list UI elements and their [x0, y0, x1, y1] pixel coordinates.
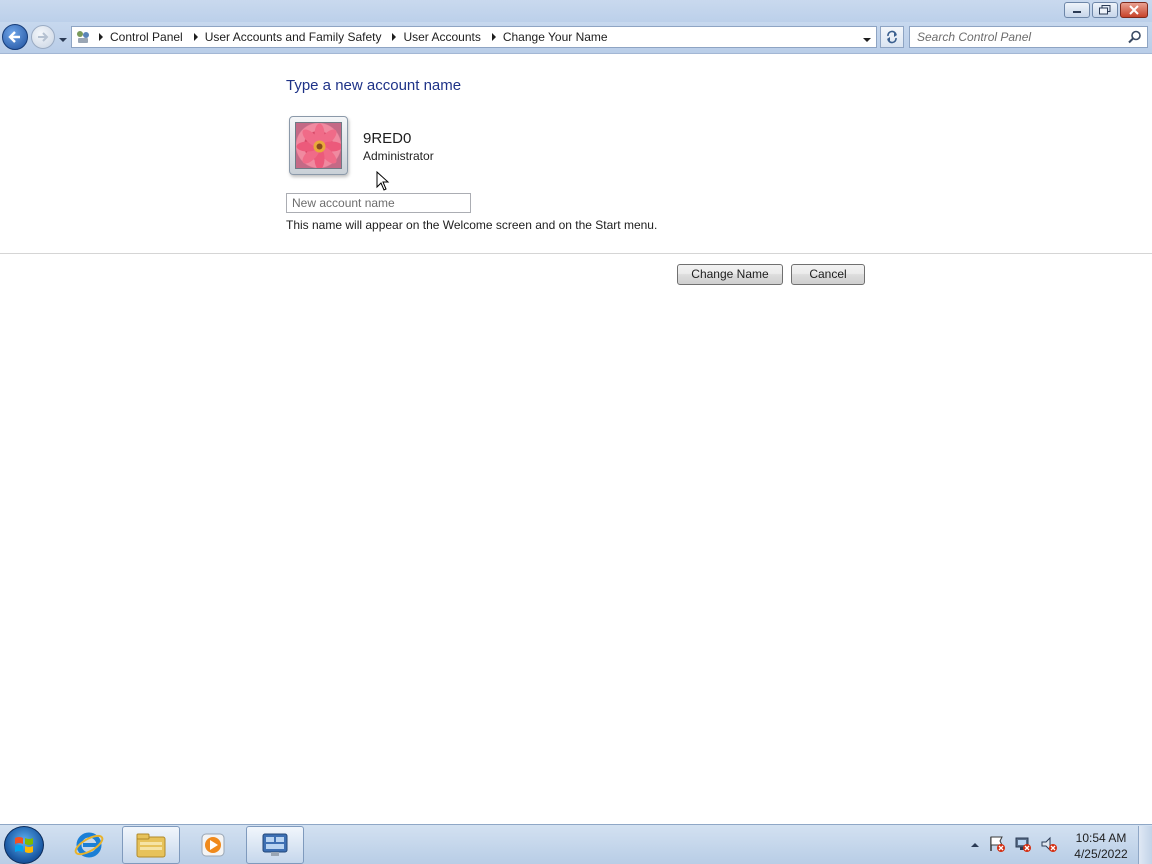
control-panel-address-icon: [72, 27, 94, 47]
breadcrumb-control-panel[interactable]: Control Panel: [108, 30, 189, 44]
breadcrumb-change-your-name[interactable]: Change Your Name: [501, 30, 614, 44]
chevron-down-icon: [59, 38, 67, 42]
chevron-down-icon: [863, 38, 871, 42]
taskbar-control-panel[interactable]: [246, 826, 304, 864]
restore-icon: [1099, 5, 1111, 15]
title-bar: [0, 0, 1152, 22]
clock-date: 4/25/2022: [1074, 847, 1128, 861]
user-picture: [295, 122, 342, 169]
change-name-button[interactable]: Change Name: [677, 264, 783, 285]
network-icon[interactable]: [1014, 835, 1032, 856]
clock[interactable]: 10:54 AM 4/25/2022: [1068, 830, 1134, 862]
breadcrumb-user-accounts[interactable]: User Accounts: [401, 30, 486, 44]
internet-explorer-icon: [74, 832, 104, 858]
page-title: Type a new account name: [286, 77, 462, 94]
refresh-button[interactable]: [880, 26, 904, 48]
breadcrumb-arrow-icon[interactable]: [487, 33, 501, 41]
show-hidden-icons-button[interactable]: [970, 838, 980, 852]
cancel-button[interactable]: Cancel: [791, 264, 865, 285]
address-history-button[interactable]: [862, 33, 872, 47]
windows-logo-icon: [15, 837, 33, 853]
start-button[interactable]: [4, 826, 44, 864]
action-center-flag-icon[interactable]: [988, 835, 1006, 856]
refresh-icon: [887, 30, 897, 44]
breadcrumb-arrow-icon[interactable]: [387, 33, 401, 41]
chevron-up-icon: [971, 843, 979, 847]
taskbar-media-player[interactable]: [184, 826, 242, 864]
mouse-cursor-icon: [376, 170, 390, 194]
user-picture-frame: [289, 116, 348, 175]
breadcrumb-arrow-icon[interactable]: [189, 33, 203, 41]
address-bar[interactable]: Control Panel User Accounts and Family S…: [71, 26, 877, 48]
search-input[interactable]: [910, 27, 1120, 47]
flower-icon: [296, 123, 341, 168]
minimize-icon: [1073, 11, 1081, 13]
control-panel-icon: [262, 833, 288, 856]
volume-muted-icon[interactable]: [1040, 835, 1058, 856]
navigation-bar: Control Panel User Accounts and Family S…: [0, 22, 1152, 54]
back-button[interactable]: [2, 24, 28, 50]
media-player-icon: [201, 833, 225, 857]
breadcrumb-arrow-icon[interactable]: [94, 33, 108, 41]
clock-time: 10:54 AM: [1075, 831, 1127, 845]
breadcrumb-user-accounts-family-safety[interactable]: User Accounts and Family Safety: [203, 30, 388, 44]
recent-pages-button[interactable]: [58, 33, 68, 47]
notification-area: [970, 825, 1058, 864]
restore-button[interactable]: [1092, 2, 1118, 18]
search-box[interactable]: [909, 26, 1148, 48]
windows-explorer-icon: [136, 833, 166, 858]
taskbar-internet-explorer[interactable]: [60, 826, 118, 864]
back-arrow-icon: [8, 31, 20, 43]
window-controls: [1064, 2, 1148, 18]
close-button[interactable]: [1120, 2, 1148, 18]
close-icon: [1129, 5, 1139, 15]
account-name: 9RED0: [363, 130, 412, 147]
account-type: Administrator: [363, 149, 434, 163]
taskbar-windows-explorer[interactable]: [122, 826, 180, 864]
name-hint-text: This name will appear on the Welcome scr…: [286, 218, 658, 232]
new-account-name-input[interactable]: [286, 193, 471, 213]
divider: [0, 253, 1152, 254]
taskbar: 10:54 AM 4/25/2022: [0, 824, 1152, 864]
search-icon[interactable]: [1128, 30, 1142, 47]
main-content: Type a new account name 9RED0 Administra…: [0, 55, 1152, 824]
forward-arrow-icon: [38, 32, 49, 42]
show-desktop-button[interactable]: [1138, 826, 1152, 864]
forward-button[interactable]: [31, 25, 55, 49]
minimize-button[interactable]: [1064, 2, 1090, 18]
